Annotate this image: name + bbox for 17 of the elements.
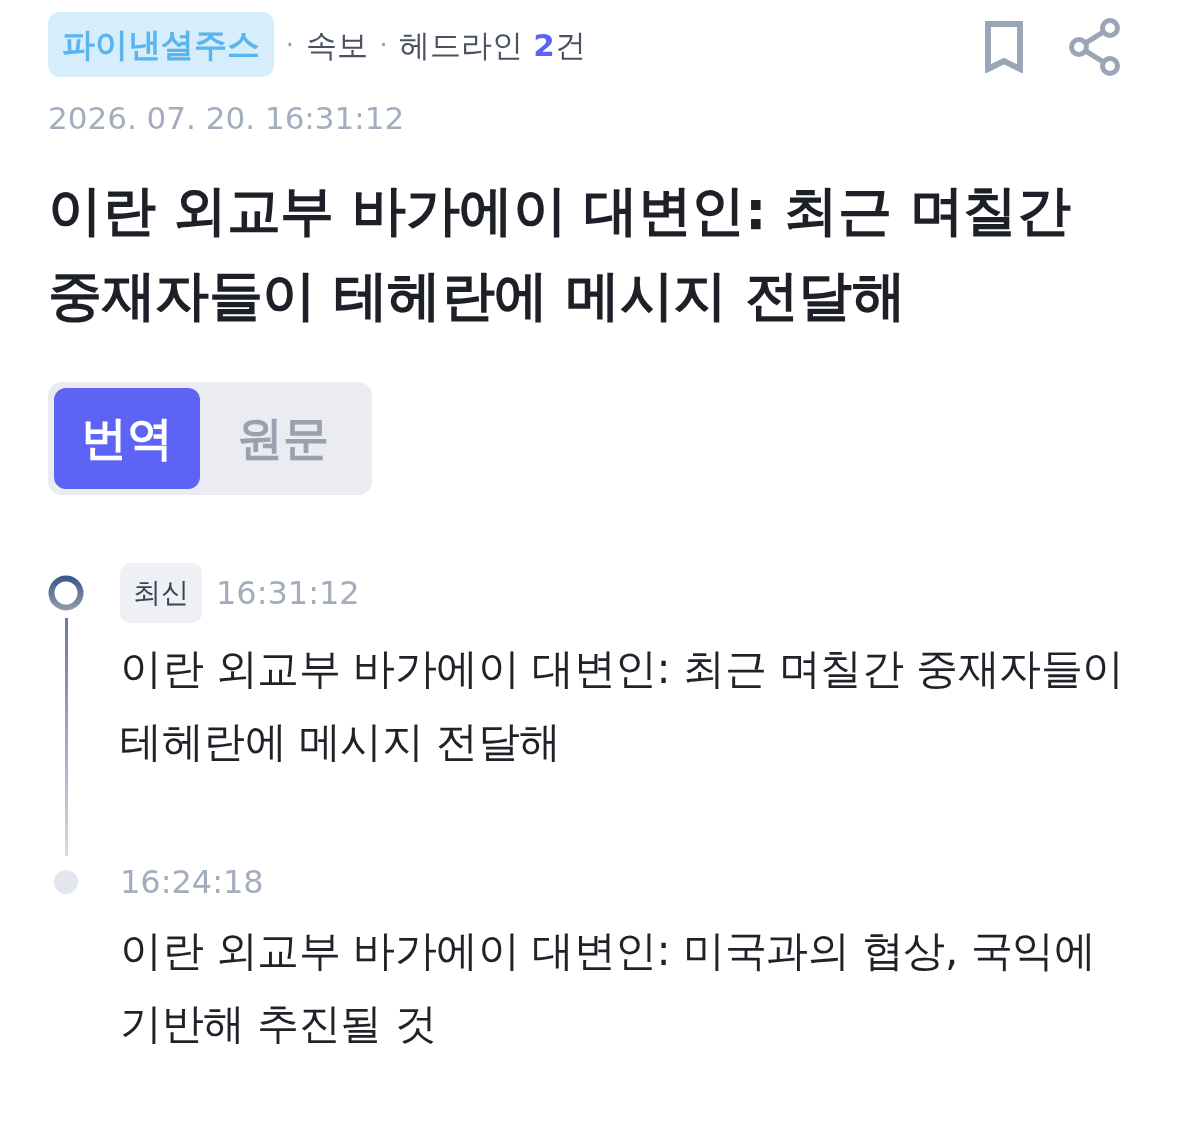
category-label: 속보: [305, 25, 368, 65]
entry-time: 16:24:18: [120, 862, 264, 902]
share-icon[interactable]: [1069, 17, 1121, 76]
entry-headline: 이란 외교부 바가에이 대변인: 미국과의 협상, 국익에 기반해 추진될 것: [120, 925, 1097, 1050]
language-tab[interactable]: 원문: [200, 388, 366, 489]
article-title: 이란 외교부 바가에이 대변인: 최근 며칠간 중재자들이 테헤란에 메시지 전달해: [48, 178, 1072, 329]
latest-badge: 최신: [120, 563, 202, 623]
headline-count-label: 헤드라인 2건: [399, 25, 586, 65]
entry-headline: 이란 외교부 바가에이 대변인: 최근 며칠간 중재자들이 테헤란에 메시지 전달해: [120, 643, 1125, 768]
entry-time: 16:31:12: [216, 573, 360, 613]
timeline-ring-icon: [48, 575, 84, 611]
separator-dot: ·: [379, 29, 388, 61]
bookmark-icon[interactable]: [985, 20, 1023, 73]
separator-dot: ·: [286, 29, 294, 61]
publish-date: 2026. 07. 20. 16:31:12: [48, 99, 406, 138]
source-badge[interactable]: 파이낸셜주스: [48, 12, 274, 77]
language-tab[interactable]: 번역: [54, 388, 200, 489]
